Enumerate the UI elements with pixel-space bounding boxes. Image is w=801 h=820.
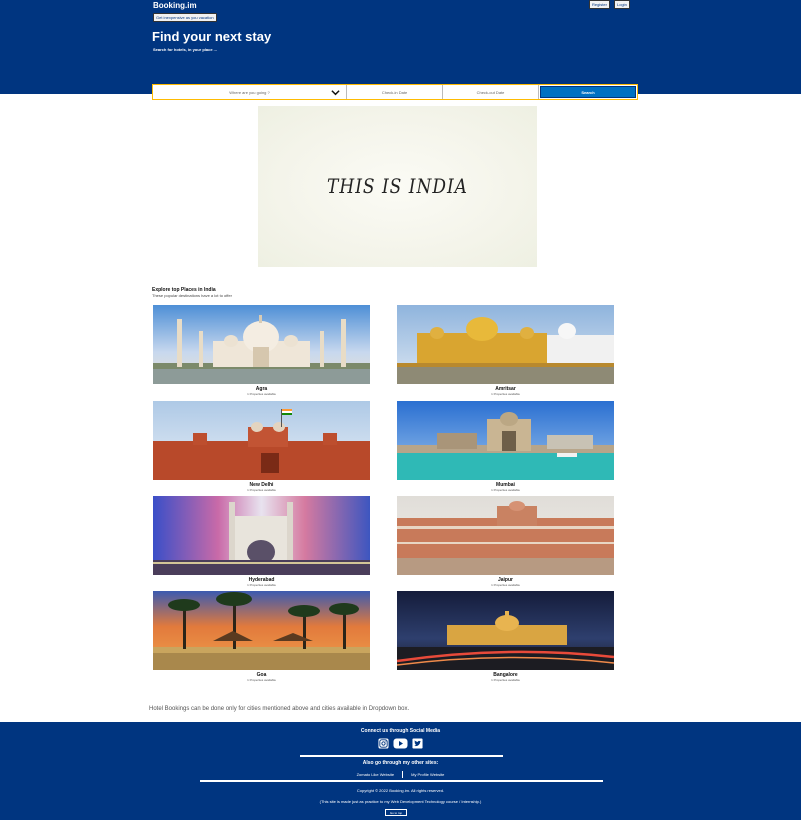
city-caption: 1 Properties available — [247, 678, 276, 682]
social-icons — [0, 738, 801, 749]
footer-also-title: Also go through my other sites: — [362, 760, 439, 766]
destination-select[interactable]: Where are you going ? — [153, 85, 347, 99]
profile-link[interactable]: My Profile Website — [403, 772, 452, 778]
amritsar-image — [397, 305, 614, 384]
goa-image — [153, 591, 370, 670]
new-delhi-image — [153, 401, 370, 480]
footer: Connect us through Social Media Also go … — [0, 722, 801, 820]
hero-header: Booking.im Get inexpensive as you vacati… — [0, 0, 801, 94]
city-caption: 1 Properties available — [247, 392, 276, 396]
city-card-hyderabad[interactable]: Hyderabad 1 Properties available — [153, 496, 370, 587]
check-out-field[interactable]: Check-out Date — [443, 85, 539, 99]
agra-image — [153, 305, 370, 384]
hero-title: Find your next stay — [152, 29, 272, 44]
chevron-down-icon — [331, 90, 340, 96]
city-caption: 1 Properties available — [491, 678, 520, 682]
youtube-icon[interactable] — [393, 738, 408, 749]
city-card-agra[interactable]: Agra 1 Properties available — [153, 305, 370, 396]
footer-divider — [300, 755, 503, 757]
copyright-text: Copyright © 2022 Booking.im. All rights … — [356, 788, 445, 793]
booking-note: Hotel Bookings can be done only for citi… — [149, 706, 410, 712]
made-note: (This site is made just as practice to m… — [319, 799, 482, 804]
footer-links: Zomato Like Website My Profile Website — [0, 771, 801, 778]
india-banner: THIS IS INDIA — [258, 106, 537, 267]
footer-divider — [200, 780, 603, 782]
banner-text: THIS IS INDIA — [327, 175, 468, 198]
mumbai-image — [397, 401, 614, 480]
check-in-field[interactable]: Check-in Date — [347, 85, 443, 99]
destination-placeholder: Where are you going ? — [229, 89, 270, 95]
city-card-amritsar[interactable]: Amritsar 1 Properties available — [397, 305, 614, 396]
login-button[interactable]: Login — [614, 0, 630, 9]
city-card-bangalore[interactable]: Bangalore 1 Properties available — [397, 591, 614, 682]
explore-subtitle: These popular destinations have a lot to… — [152, 293, 232, 298]
city-caption: 1 Properties available — [247, 583, 276, 587]
city-card-jaipur[interactable]: Jaipur 1 Properties available — [397, 496, 614, 587]
twitter-icon[interactable] — [412, 738, 423, 749]
footer-connect-title: Connect us through Social Media — [360, 728, 441, 734]
zomato-link[interactable]: Zomato Like Website — [349, 772, 403, 778]
hero-subtitle: Search for hotels, in your place ... — [153, 47, 218, 52]
city-card-goa[interactable]: Goa 1 Properties available — [153, 591, 370, 682]
jaipur-image — [397, 496, 614, 575]
hyderabad-image — [153, 496, 370, 575]
city-caption: 1 Properties available — [247, 488, 276, 492]
city-card-mumbai[interactable]: Mumbai 1 Properties available — [397, 401, 614, 492]
promo-button[interactable]: Get inexpensive as you vacation — [153, 13, 217, 22]
city-caption: 1 Properties available — [491, 392, 520, 396]
search-bar: Where are you going ? Check-in Date Chec… — [152, 84, 638, 100]
instagram-icon[interactable] — [378, 738, 389, 749]
city-caption: 1 Properties available — [491, 488, 520, 492]
go-to-top-button[interactable]: Go to top — [385, 809, 407, 816]
city-card-new-delhi[interactable]: New Delhi 1 Properties available — [153, 401, 370, 492]
bangalore-image — [397, 591, 614, 670]
register-button[interactable]: Register — [589, 0, 610, 9]
brand-logo[interactable]: Booking.im — [153, 1, 197, 10]
search-button[interactable]: Search — [540, 86, 636, 98]
city-caption: 1 Properties available — [491, 583, 520, 587]
